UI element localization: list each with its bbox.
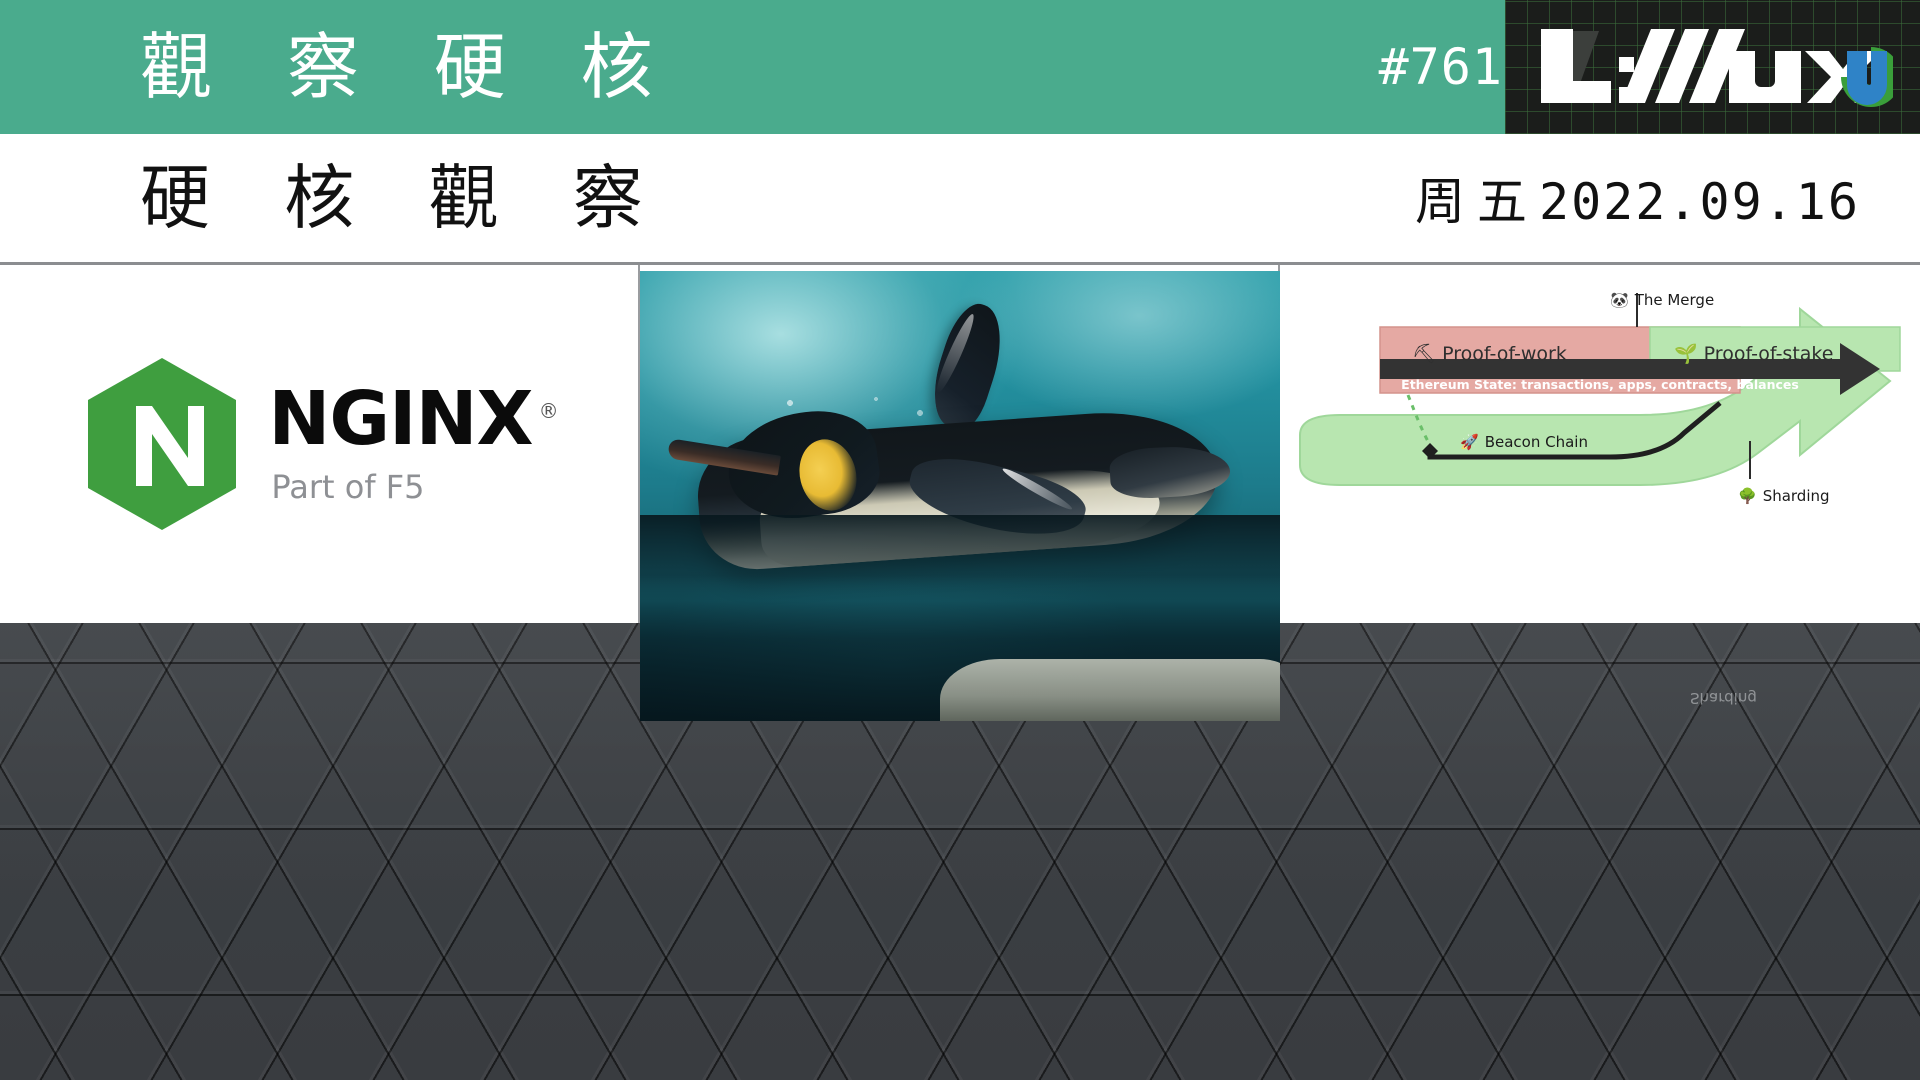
tree-icon: 🌳: [1738, 487, 1757, 505]
date-label: 2022.09.16: [1538, 173, 1860, 231]
merge-diagram-svg: [1299, 293, 1901, 486]
nginx-logo: NGINX ® Part of F5: [0, 265, 640, 623]
nginx-wordmark: NGINX ® Part of F5: [268, 376, 559, 506]
ice-shelf: [940, 659, 1280, 721]
sharding-label: 🌳 Sharding: [1738, 487, 1830, 505]
nginx-hex-icon: [88, 358, 237, 530]
linuxcn-logo[interactable]: [1505, 0, 1920, 134]
rocket-icon: 🚀: [1460, 433, 1479, 451]
subheader-title: 硬 核 觀 察: [140, 157, 669, 239]
registered-mark-icon: ®: [538, 399, 559, 424]
proof-of-stake-label: 🌱 Proof-of-stake: [1674, 343, 1834, 365]
slide-page: 觀 察 硬 核 #761 硬 核 觀 察 周五2022.09.16 NGINX …: [0, 0, 1920, 1080]
nginx-brand: NGINX ®: [268, 376, 559, 462]
panda-icon: 🐼: [1610, 291, 1629, 309]
beacon-chain-label: 🚀 Beacon Chain: [1460, 433, 1588, 451]
date-display: 周五2022.09.16: [1415, 162, 1860, 234]
header-bar: 觀 察 硬 核 #761: [0, 0, 1920, 134]
subheader-bar: 硬 核 觀 察 周五2022.09.16: [0, 134, 1920, 262]
issue-number: #761: [1378, 38, 1503, 96]
nginx-tagline: Part of F5: [271, 468, 425, 506]
ethereum-state-label: Ethereum State: transactions, apps, cont…: [1401, 377, 1799, 392]
weekday-label: 周五: [1414, 173, 1539, 231]
merge-label: 🐼 The Merge: [1610, 291, 1715, 309]
ethereum-merge-card[interactable]: 🐼 The Merge ⛏ Proof-of-work 🌱 Proof-of-stak…: [1280, 265, 1920, 623]
pickaxe-icon: ⛏: [1412, 343, 1437, 365]
linuxcn-logo-svg: [1540, 29, 1893, 107]
nginx-card[interactable]: NGINX ® Part of F5: [0, 265, 640, 623]
seedling-icon: 🌱: [1674, 343, 1698, 365]
merge-diagram: [1280, 265, 1920, 623]
proof-of-work-label: ⛏ Proof-of-work: [1412, 343, 1567, 365]
penguin-photo[interactable]: [640, 271, 1280, 721]
page-title: 觀 察 硬 核: [140, 25, 679, 109]
